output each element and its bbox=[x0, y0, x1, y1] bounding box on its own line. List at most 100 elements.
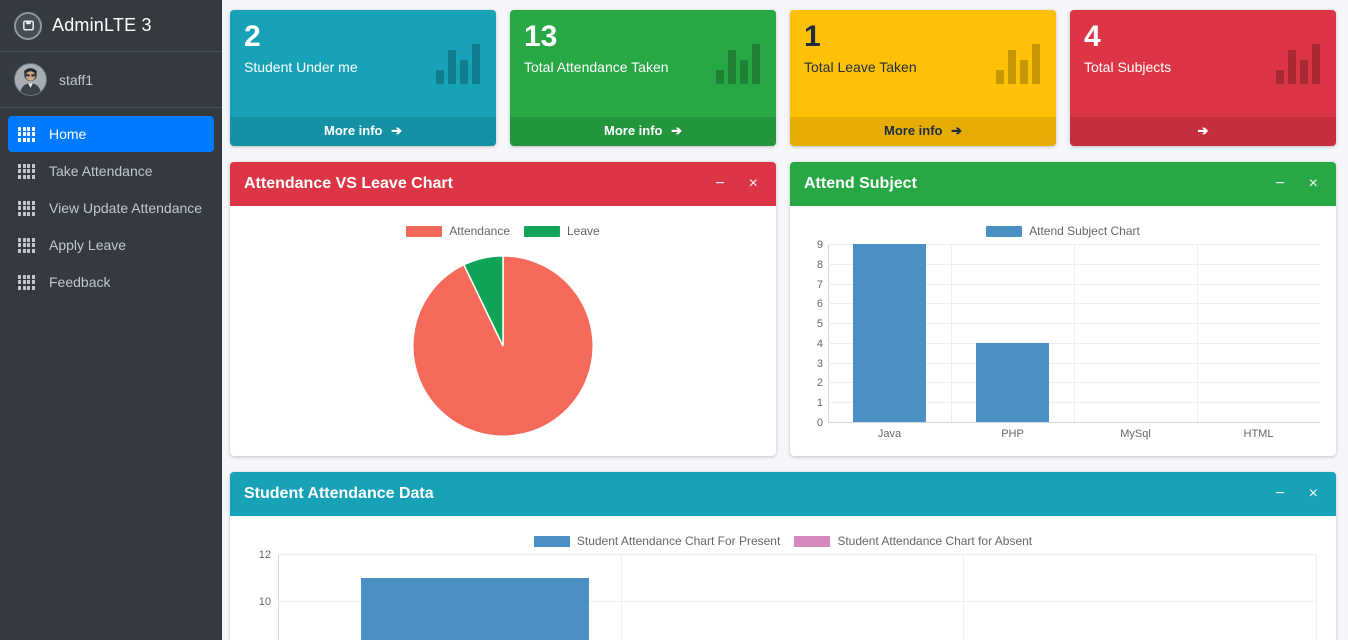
info-box-value: 2 bbox=[244, 20, 482, 53]
chart-y-tick-label: 7 bbox=[817, 279, 823, 291]
info-box-total-attendance-taken[interactable]: 13 Total Attendance Taken More info ➔ bbox=[510, 10, 776, 146]
info-box-more-info-link[interactable]: More info ➔ bbox=[230, 117, 496, 146]
chart-y-tick-label: 2 bbox=[817, 377, 823, 389]
close-icon[interactable]: × bbox=[1305, 484, 1322, 504]
chart-gridline-vertical bbox=[963, 554, 964, 640]
card-body: Student Attendance Chart For Present Stu… bbox=[230, 516, 1336, 640]
chart-y-tick-label: 8 bbox=[817, 259, 823, 271]
bar-legend: Attend Subject Chart bbox=[802, 216, 1324, 244]
legend-label: Attend Subject Chart bbox=[1029, 224, 1140, 238]
sidebar-item-label: Feedback bbox=[49, 274, 110, 290]
th-grid-icon bbox=[18, 201, 35, 216]
card-tools: − × bbox=[711, 174, 762, 194]
user-panel[interactable]: staff1 bbox=[0, 52, 222, 108]
brand-title: AdminLTE 3 bbox=[52, 15, 152, 36]
info-box-footer-label: More info bbox=[324, 123, 383, 138]
card-header: Student Attendance Data − × bbox=[230, 472, 1336, 516]
th-grid-icon bbox=[18, 275, 35, 290]
arrow-circle-right-icon: ➔ bbox=[391, 123, 402, 138]
legend-swatch bbox=[406, 226, 442, 237]
sidebar-item-label: Home bbox=[49, 126, 86, 142]
sidebar-brand[interactable]: AdminLTE 3 bbox=[0, 0, 222, 52]
info-box-inner: 2 Student Under me bbox=[230, 10, 496, 83]
minimize-icon[interactable]: − bbox=[1271, 174, 1288, 194]
chart-x-labels: JavaPHPMySqlHTML bbox=[828, 424, 1320, 444]
card-title: Attend Subject bbox=[804, 175, 1271, 193]
sidebar-item-label: View Update Attendance bbox=[49, 200, 202, 216]
chart-gridline-vertical bbox=[1316, 554, 1317, 640]
chart-bar-column bbox=[951, 244, 1074, 422]
legend-item-attend-subject: Attend Subject Chart bbox=[986, 224, 1140, 238]
legend-swatch bbox=[524, 226, 560, 237]
sidebar-item-view-update-attendance[interactable]: View Update Attendance bbox=[8, 190, 214, 226]
chart-y-tick-label: 9 bbox=[817, 239, 823, 251]
chart-bar[interactable] bbox=[361, 578, 589, 640]
legend-item-absent: Student Attendance Chart for Absent bbox=[794, 534, 1032, 548]
chart-bar[interactable] bbox=[853, 244, 927, 422]
chart-y-tick-label: 0 bbox=[817, 417, 823, 429]
close-icon[interactable]: × bbox=[1305, 174, 1322, 194]
chart-bar-column bbox=[1074, 244, 1197, 422]
card-header: Attendance VS Leave Chart − × bbox=[230, 162, 776, 206]
pie-legend: Attendance Leave bbox=[242, 216, 764, 244]
info-box-more-info-link[interactable]: More info ➔ bbox=[790, 117, 1056, 146]
sidebar-item-label: Apply Leave bbox=[49, 237, 126, 253]
info-box-more-info-link[interactable]: ➔ bbox=[1070, 117, 1336, 146]
th-grid-icon bbox=[18, 164, 35, 179]
info-box-inner: 1 Total Leave Taken bbox=[790, 10, 1056, 83]
close-icon[interactable]: × bbox=[745, 174, 762, 194]
info-box-label: Total Subjects bbox=[1084, 59, 1322, 75]
legend-label: Student Attendance Chart for Absent bbox=[837, 534, 1032, 548]
chart-y-tick-label: 4 bbox=[817, 338, 823, 350]
arrow-circle-right-icon: ➔ bbox=[1198, 123, 1209, 138]
chart-gridline: 12 bbox=[278, 554, 1316, 555]
chart-x-tick-label: PHP bbox=[951, 424, 1074, 444]
attend-subject-card: Attend Subject − × Attend Subject Chart bbox=[790, 162, 1336, 456]
card-header: Attend Subject − × bbox=[790, 162, 1336, 206]
avatar bbox=[14, 63, 47, 96]
chart-y-tick-label: 5 bbox=[817, 318, 823, 330]
sidebar-item-apply-leave[interactable]: Apply Leave bbox=[8, 227, 214, 263]
attend-subject-bar-chart[interactable]: 0123456789 JavaPHPMySqlHTML bbox=[802, 244, 1324, 444]
chart-y-tick-label: 6 bbox=[817, 298, 823, 310]
info-box-value: 1 bbox=[804, 20, 1042, 53]
chart-x-tick-label: HTML bbox=[1197, 424, 1320, 444]
info-box-total-subjects[interactable]: 4 Total Subjects ➔ bbox=[1070, 10, 1336, 146]
card-title: Student Attendance Data bbox=[244, 485, 1271, 503]
minimize-icon[interactable]: − bbox=[711, 174, 728, 194]
adminlte-logo-icon bbox=[14, 12, 42, 40]
username-label: staff1 bbox=[59, 72, 93, 88]
th-grid-icon bbox=[18, 238, 35, 253]
legend-item-attendance: Attendance bbox=[406, 224, 510, 238]
info-box-total-leave-taken[interactable]: 1 Total Leave Taken More info ➔ bbox=[790, 10, 1056, 146]
info-box-student-under-me[interactable]: 2 Student Under me More info ➔ bbox=[230, 10, 496, 146]
chart-y-tick-label: 1 bbox=[817, 397, 823, 409]
student-attendance-legend: Student Attendance Chart For Present Stu… bbox=[242, 526, 1324, 554]
chart-y-tick-label: 3 bbox=[817, 358, 823, 370]
chart-x-tick-label: Java bbox=[828, 424, 951, 444]
legend-item-leave: Leave bbox=[524, 224, 600, 238]
sidebar-item-home[interactable]: Home bbox=[8, 116, 214, 152]
chart-bar[interactable] bbox=[976, 343, 1050, 422]
info-box-more-info-link[interactable]: More info ➔ bbox=[510, 117, 776, 146]
student-attendance-bar-chart[interactable]: 12108 bbox=[242, 554, 1324, 640]
legend-swatch bbox=[794, 536, 830, 547]
card-body: Attendance Leave bbox=[230, 206, 776, 456]
chart-y-tick-label: 10 bbox=[259, 596, 271, 608]
pie-chart[interactable] bbox=[242, 244, 764, 444]
arrow-circle-right-icon: ➔ bbox=[671, 123, 682, 138]
info-boxes-row: 2 Student Under me More info ➔ bbox=[230, 10, 1336, 146]
main-content: 2 Student Under me More info ➔ bbox=[222, 0, 1348, 640]
info-box-footer-label: More info bbox=[884, 123, 943, 138]
minimize-icon[interactable]: − bbox=[1271, 484, 1288, 504]
sidebar-item-take-attendance[interactable]: Take Attendance bbox=[8, 153, 214, 189]
legend-label: Student Attendance Chart For Present bbox=[577, 534, 780, 548]
th-grid-icon bbox=[18, 127, 35, 142]
charts-row: Attendance VS Leave Chart − × Attendance bbox=[230, 162, 1336, 456]
pie-svg bbox=[405, 248, 601, 444]
legend-label: Attendance bbox=[449, 224, 510, 238]
chart-gridline-vertical bbox=[621, 554, 622, 640]
chart-x-tick-label: MySql bbox=[1074, 424, 1197, 444]
info-box-label: Total Attendance Taken bbox=[524, 59, 762, 75]
sidebar-item-feedback[interactable]: Feedback bbox=[8, 264, 214, 300]
